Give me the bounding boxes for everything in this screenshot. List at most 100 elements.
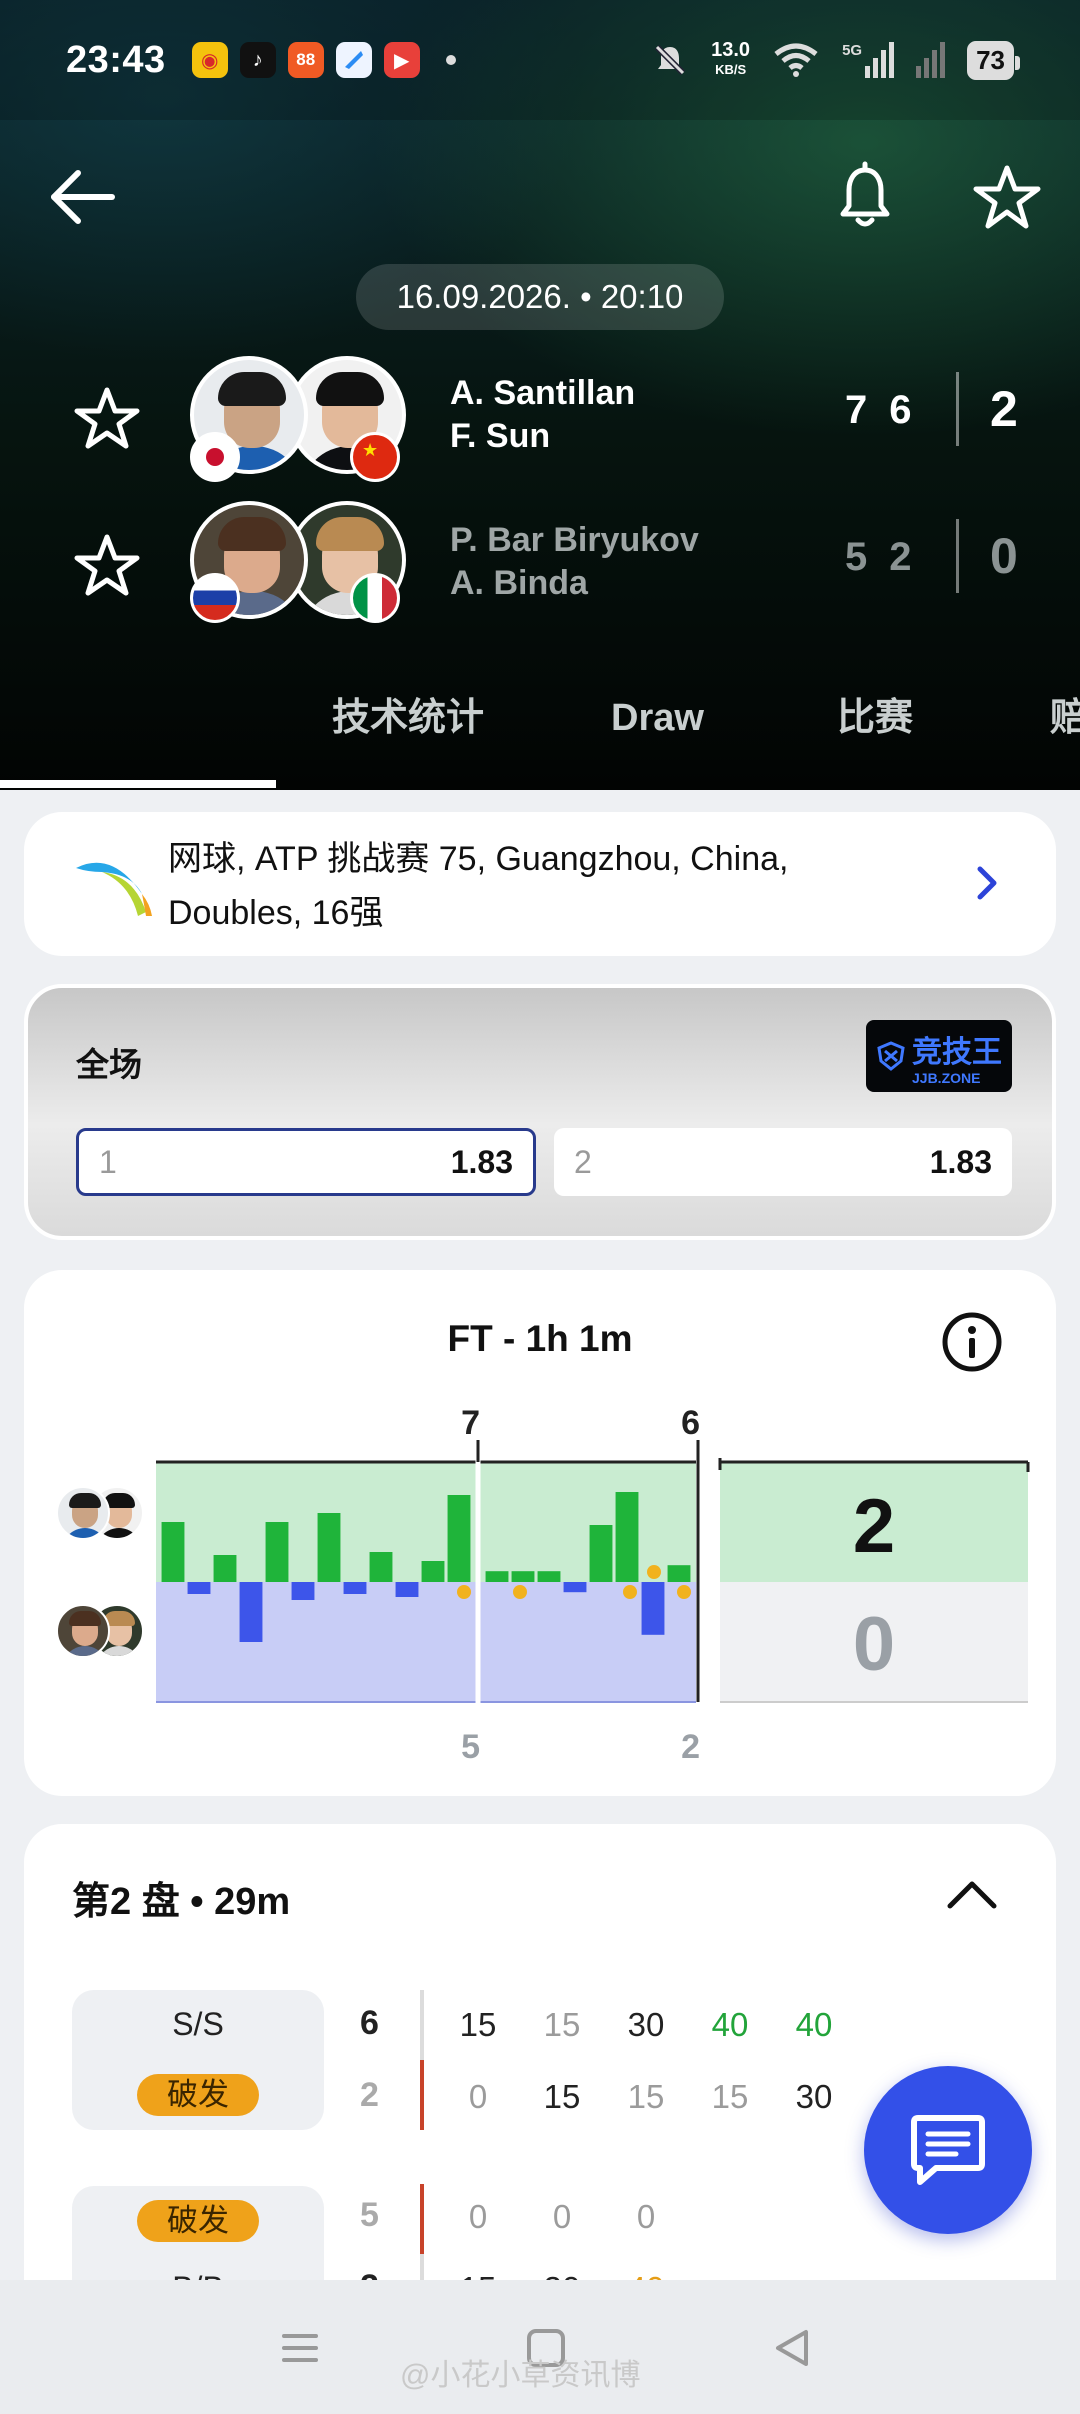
momentum-bar-home bbox=[589, 1525, 613, 1582]
momentum-chart: 7 6 5 2 2 0 bbox=[156, 1404, 1030, 1766]
match-tabs: 技术统计 Draw 比赛 赔 bbox=[0, 668, 1080, 788]
notification-bell-icon[interactable] bbox=[828, 160, 902, 234]
game-score: 5 bbox=[360, 2196, 379, 2234]
momentum-bar-home bbox=[667, 1565, 691, 1582]
momentum-bar-home bbox=[317, 1513, 341, 1582]
point-score: 0 bbox=[468, 2198, 488, 2235]
weibo-icon: ◉ bbox=[191, 42, 228, 78]
momentum-bar-away bbox=[563, 1582, 587, 1593]
tab-statistics[interactable]: 技术统计 bbox=[332, 668, 484, 768]
serve-label: S/S bbox=[172, 2006, 224, 2042]
back-triangle-icon[interactable] bbox=[762, 2318, 822, 2378]
status-time: 23:43 bbox=[66, 38, 166, 81]
game-score: 2 bbox=[360, 2076, 379, 2114]
momentum-bar-away bbox=[291, 1582, 315, 1600]
set1-score-home: 7 bbox=[461, 1404, 480, 1442]
battery-icon: 73 bbox=[967, 40, 1020, 80]
team-favorite-star-icon[interactable] bbox=[72, 531, 142, 601]
team-row-away[interactable]: P. Bar Biryukov A. Binda 5 2 0 bbox=[0, 495, 1080, 625]
score-divider bbox=[956, 372, 959, 446]
set-scores-home: 7 6 bbox=[845, 388, 912, 433]
browser-app-icon bbox=[335, 42, 372, 78]
signal-secondary-icon bbox=[916, 42, 946, 78]
momentum-bar-away bbox=[239, 1582, 263, 1642]
back-arrow-icon[interactable] bbox=[46, 160, 120, 234]
point-score: 15 bbox=[459, 2006, 497, 2043]
total-sets-home: 2 bbox=[853, 1484, 895, 1569]
point-score: 15 bbox=[543, 2006, 581, 2043]
break-divider bbox=[420, 2184, 424, 2254]
point-score: 30 bbox=[627, 2006, 665, 2043]
momentum-bar-home bbox=[369, 1552, 393, 1582]
player-name: F. Sun bbox=[450, 417, 551, 455]
momentum-bar-home bbox=[485, 1571, 509, 1582]
italy-flag-icon bbox=[350, 573, 400, 623]
team-home-names: A. Santillan F. Sun bbox=[450, 372, 635, 458]
momentum-bar-home bbox=[265, 1522, 289, 1582]
momentum-bar-home bbox=[447, 1495, 471, 1582]
chevron-right-icon[interactable] bbox=[964, 860, 1010, 906]
momentum-bar-home bbox=[161, 1522, 185, 1582]
mute-icon bbox=[655, 44, 686, 76]
japan-flag-icon bbox=[190, 432, 240, 482]
chevron-up-icon[interactable] bbox=[940, 1864, 1004, 1928]
china-flag-icon: ★ bbox=[350, 432, 400, 482]
league-card[interactable]: 网球, ATP 挑战赛 75, Guangzhou, China, Double… bbox=[24, 812, 1056, 956]
team-favorite-star-icon[interactable] bbox=[72, 384, 142, 454]
top-navigation bbox=[0, 150, 1080, 240]
set-score: 6 bbox=[889, 388, 912, 432]
momentum-bar-away bbox=[187, 1582, 211, 1594]
set-scores-away: 5 2 bbox=[845, 535, 912, 580]
recent-apps-icon[interactable] bbox=[270, 2318, 330, 2378]
odds-option-label: 2 bbox=[574, 1143, 592, 1180]
tab-matches[interactable]: 比赛 bbox=[837, 668, 913, 768]
total-score-away: 0 bbox=[990, 528, 1018, 584]
point-score: 15 bbox=[543, 2078, 581, 2115]
team-away-names: P. Bar Biryukov A. Binda bbox=[450, 519, 699, 605]
point-score: 0 bbox=[468, 2078, 488, 2115]
point-score: 15 bbox=[627, 2078, 665, 2115]
momentum-home-area bbox=[480, 1462, 696, 1582]
league-name: 网球, ATP 挑战赛 75, Guangzhou, China, Double… bbox=[168, 840, 789, 932]
point-score: 15 bbox=[711, 2078, 749, 2115]
momentum-bar-home bbox=[421, 1561, 445, 1582]
tab-draw[interactable]: Draw bbox=[611, 668, 704, 768]
bookmaker-logo[interactable]: 竞技王 JJB.ZONE bbox=[866, 1020, 1012, 1092]
chat-button[interactable] bbox=[864, 2066, 1032, 2234]
total-score-home: 2 bbox=[990, 381, 1018, 437]
break-point-marker bbox=[677, 1585, 691, 1599]
team-row-home[interactable]: ★ A. Santillan F. Sun 7 6 2 bbox=[0, 348, 1080, 482]
player-name: A. Binda bbox=[450, 564, 588, 602]
russia-flag-icon bbox=[190, 573, 240, 623]
odds-option-away[interactable]: 2 1.83 bbox=[554, 1128, 1012, 1196]
game-server-box: S/S 破发 bbox=[72, 1990, 324, 2130]
momentum-bar-away bbox=[395, 1582, 419, 1597]
player-name: A. Santillan bbox=[450, 374, 636, 412]
break-badge: 破发 bbox=[137, 2200, 259, 2242]
match-datetime: 16.09.2026. • 20:10 bbox=[356, 264, 724, 330]
momentum-bar-away bbox=[343, 1582, 367, 1594]
active-tab-indicator bbox=[0, 780, 276, 788]
tab-odds[interactable]: 赔 bbox=[1050, 668, 1080, 768]
game-score: 6 bbox=[360, 2004, 379, 2042]
favorite-star-icon[interactable] bbox=[970, 160, 1044, 234]
odds-option-value: 1.83 bbox=[450, 1143, 513, 1180]
signal-5g-icon: 5G bbox=[842, 42, 895, 78]
set2-score-home: 6 bbox=[681, 1404, 700, 1442]
player-name: P. Bar Biryukov bbox=[450, 521, 699, 559]
break-badge: 破发 bbox=[137, 2074, 259, 2116]
total-sets-away: 0 bbox=[853, 1602, 895, 1687]
set-detail-title: 第2 盘 • 29m bbox=[72, 1881, 291, 1923]
network-speed: 13.0 KB/S bbox=[711, 39, 751, 77]
odds-option-home[interactable]: 1 1.83 bbox=[76, 1128, 536, 1196]
row-divider bbox=[420, 1990, 424, 2060]
video-app-icon: ▶ bbox=[383, 42, 420, 78]
momentum-bar-home bbox=[213, 1555, 237, 1582]
watermark: @小花小草资讯博 bbox=[400, 2359, 641, 2392]
bookmaker-shield-icon bbox=[877, 1041, 905, 1071]
shopping-app-icon: 88 bbox=[287, 42, 324, 78]
break-divider bbox=[420, 2060, 424, 2130]
break-point-marker bbox=[647, 1565, 661, 1579]
notification-icons: ◉ ♪ 88 ▶ bbox=[191, 42, 456, 78]
point-score: 0 bbox=[636, 2198, 656, 2235]
